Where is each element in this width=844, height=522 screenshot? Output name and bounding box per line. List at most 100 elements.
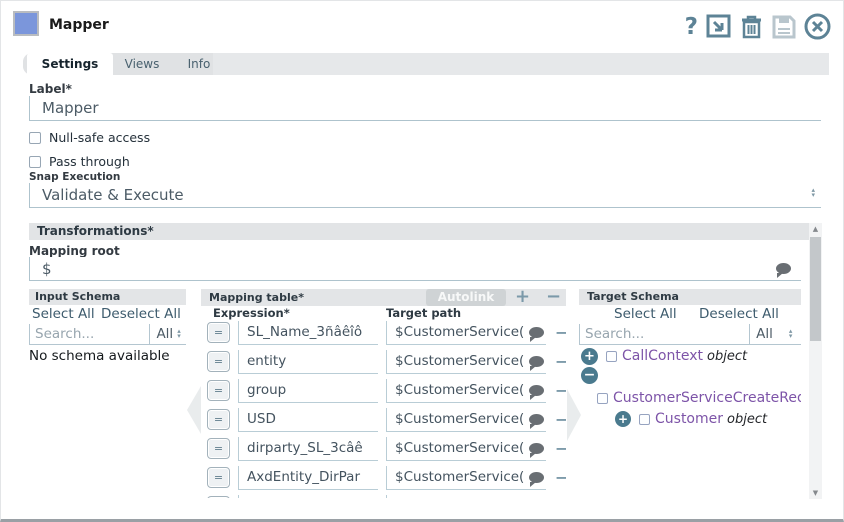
snap-execution-label: Snap Execution	[29, 171, 120, 183]
mapper-dialog: Mapper ?	[0, 0, 844, 522]
mapping-row: = entity $CustomerService( −	[207, 350, 566, 376]
target-deselect-all-link[interactable]: Deselect All	[699, 306, 779, 322]
remove-row-button[interactable]: −	[546, 289, 561, 305]
target-schema-header: Target Schema	[579, 289, 801, 305]
target-path-input[interactable]: $CustomerService(	[386, 379, 546, 403]
mapping-row: = SL_Name_3ñâêîô $CustomerService( −	[207, 321, 566, 347]
delete-row-icon[interactable]: −	[555, 439, 566, 458]
target-schema-search-input[interactable]	[580, 324, 749, 344]
expression-toggle-button[interactable]: =	[207, 351, 230, 372]
select-spinner-icon: ▴▾	[811, 188, 815, 198]
expression-input[interactable]: entity	[238, 350, 378, 374]
expression-toggle-button[interactable]: =	[207, 322, 230, 343]
target-schema-tree: + CallContext object − CustomerServiceCr…	[579, 345, 801, 498]
input-schema-search-input[interactable]	[30, 324, 149, 344]
expression-toggle-button[interactable]	[207, 496, 230, 498]
mapping-row: = AxdEntity_DirPar $CustomerService( −	[207, 466, 566, 492]
expression-toggle-button[interactable]: =	[207, 409, 230, 430]
trash-icon[interactable]	[739, 14, 764, 40]
filter-value: All	[156, 326, 173, 342]
tab-info[interactable]: Info	[171, 53, 227, 75]
tree-checkbox[interactable]	[606, 351, 617, 362]
filter-spinner-icon: ▴▾	[789, 329, 793, 339]
target-path-input[interactable]: $CustomerService(	[386, 321, 546, 345]
target-path-input[interactable]: $CustomerService(	[386, 466, 546, 490]
mapping-root-input[interactable]: $	[29, 257, 801, 281]
comment-bubble-icon[interactable]	[529, 327, 544, 338]
delete-row-icon[interactable]: −	[555, 352, 566, 371]
delete-row-icon[interactable]: −	[555, 468, 566, 487]
comment-bubble-icon[interactable]	[529, 414, 544, 425]
expression-input[interactable]: AxdEntity_DirPar	[238, 466, 378, 490]
comment-bubble-icon[interactable]	[529, 385, 544, 396]
delete-row-icon[interactable]: −	[555, 381, 566, 400]
collapse-icon[interactable]: −	[581, 367, 598, 384]
expression-input[interactable]: dirparty_SL_3câê	[238, 437, 378, 461]
tree-node-type: object	[727, 412, 767, 427]
label-field-input[interactable]: Mapper	[29, 96, 821, 121]
collapse-left-chevron-icon[interactable]	[187, 386, 201, 434]
tab-views[interactable]: Views	[113, 53, 171, 75]
input-schema-header: Input Schema	[29, 289, 186, 305]
popout-icon[interactable]	[705, 14, 732, 40]
autolink-button[interactable]: Autolink	[426, 289, 506, 306]
checkbox-icon	[29, 156, 41, 168]
target-path-input[interactable]: $CustomerService(	[386, 350, 546, 374]
help-icon[interactable]: ?	[685, 14, 698, 40]
target-schema-search-row: All ▴▾	[579, 324, 801, 345]
comment-bubble-icon[interactable]	[529, 443, 544, 454]
mapping-row: = USD $CustomerService( −	[207, 408, 566, 434]
tree-node-customer[interactable]: Customer	[655, 411, 723, 427]
close-icon[interactable]	[804, 13, 831, 40]
target-path-input[interactable]	[386, 495, 546, 498]
add-row-button[interactable]: +	[515, 289, 530, 305]
mapping-row: = dirparty_SL_3câê $CustomerService( −	[207, 437, 566, 463]
input-select-all-link[interactable]: Select All	[32, 306, 95, 322]
snap-execution-select[interactable]: Validate & Execute ▴▾	[29, 183, 821, 208]
comment-bubble-icon[interactable]	[529, 356, 544, 367]
tree-checkbox[interactable]	[597, 393, 608, 404]
target-path-input[interactable]: $CustomerService(	[386, 408, 546, 432]
tree-node-callcontext[interactable]: CallContext	[622, 348, 703, 364]
mapping-row-partial	[207, 495, 566, 498]
label-field-value: Mapper	[42, 99, 99, 117]
checkbox-icon	[29, 132, 41, 144]
target-select-all-link[interactable]: Select All	[614, 306, 677, 322]
expression-input[interactable]: group	[238, 379, 378, 403]
null-safe-checkbox[interactable]: Null-safe access	[29, 130, 150, 145]
expression-toggle-button[interactable]: =	[207, 438, 230, 459]
input-schema-filter-dropdown[interactable]: All ▴▾	[149, 324, 186, 344]
tree-checkbox[interactable]	[639, 414, 650, 425]
mapping-row: = group $CustomerService( −	[207, 379, 566, 405]
delete-row-icon[interactable]: −	[555, 410, 566, 429]
expression-input[interactable]: USD	[238, 408, 378, 432]
save-icon[interactable]	[771, 14, 797, 40]
comment-bubble-icon[interactable]	[776, 263, 791, 274]
expression-input[interactable]: SL_Name_3ñâêîô	[238, 321, 378, 345]
mapping-root-label: Mapping root	[29, 244, 120, 258]
scroll-up-icon[interactable]: ▲	[809, 225, 822, 233]
tree-node-customerservicecreaterequest[interactable]: CustomerServiceCreateReque	[613, 390, 801, 406]
input-deselect-all-link[interactable]: Deselect All	[101, 306, 181, 322]
expression-input[interactable]	[238, 495, 378, 498]
tab-bar: Settings Views Info	[23, 53, 829, 75]
target-path-input[interactable]: $CustomerService(	[386, 437, 546, 461]
mapping-rows-container: = SL_Name_3ñâêîô $CustomerService( − = e…	[201, 319, 566, 498]
filter-value: All	[756, 326, 773, 342]
expression-toggle-button[interactable]: =	[207, 467, 230, 488]
scrollbar-thumb[interactable]	[810, 237, 821, 341]
comment-bubble-icon[interactable]	[529, 472, 544, 483]
pass-through-label: Pass through	[49, 154, 130, 169]
tab-settings[interactable]: Settings	[27, 53, 113, 75]
target-schema-filter-dropdown[interactable]: All ▴▾	[749, 324, 801, 344]
delete-row-icon[interactable]: −	[555, 323, 566, 342]
expand-icon[interactable]: +	[615, 411, 631, 427]
transformations-scrollbar[interactable]: ▲ ▼	[809, 223, 822, 499]
dialog-title: Mapper	[49, 17, 109, 33]
scroll-down-icon[interactable]: ▼	[809, 489, 822, 497]
snap-execution-value: Validate & Execute	[42, 186, 184, 204]
pass-through-checkbox[interactable]: Pass through	[29, 154, 130, 169]
expand-icon[interactable]: +	[581, 348, 598, 365]
expression-toggle-button[interactable]: =	[207, 380, 230, 401]
mapping-root-value: $	[42, 260, 52, 278]
